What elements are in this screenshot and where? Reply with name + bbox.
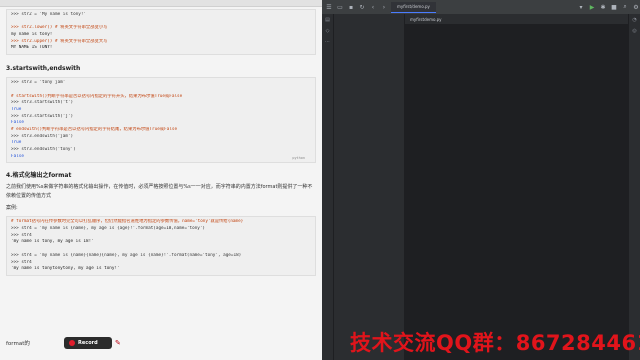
project-tab[interactable]: myfirst/demo.py — [391, 1, 436, 13]
forward-icon[interactable]: › — [380, 3, 388, 11]
recorder-label: format的 — [6, 341, 30, 347]
code-line: 'my name is tony, my age is 18!' — [11, 239, 94, 245]
back-icon[interactable]: ‹ — [369, 3, 377, 11]
settings-icon[interactable]: ⚙ — [632, 3, 640, 11]
code-line: # format括号内在传参数时完全可以打乱顺序，但仍然能指名道姓地为指定的参数… — [11, 219, 244, 225]
code-line: >>> str4 = 'my name is {name}{name}{name… — [11, 252, 242, 258]
code-line: False — [11, 153, 24, 159]
menu-icon[interactable]: ☰ — [325, 3, 333, 11]
code-line: >>> str3.endswith('tony') — [11, 147, 76, 152]
code-line: >>> str2.lower() # 将英文字符串全部变小写 — [11, 25, 108, 31]
code-line: True — [11, 140, 22, 146]
notifications-icon[interactable]: ◔ — [629, 14, 640, 25]
search-icon[interactable]: ⌕ — [621, 3, 629, 11]
record-button[interactable]: Record — [64, 337, 112, 349]
code-line: # endswith()判断字符串是否以括号内指定的字符结尾，结果为布尔值Tru… — [11, 126, 178, 132]
folder-icon[interactable]: ▭ — [336, 3, 344, 11]
project-pane — [334, 14, 405, 360]
code-line: my name is tony! — [11, 32, 53, 38]
section-title-startswith: 3.startswith,endswith — [6, 65, 81, 73]
section-title-format: 4.格式化输出之format — [6, 172, 72, 180]
refresh-icon[interactable]: ↻ — [358, 3, 366, 11]
code-line: >>> str3 = 'tony jam' — [11, 80, 66, 86]
code-line: >>> str2 = 'My name is tony!' — [11, 12, 87, 17]
notes-topbar — [0, 0, 322, 7]
code-line: >>> str3.endswith('jam') — [11, 133, 74, 139]
ide-left-toolstrip: ▤ ◇ ⋯ — [322, 14, 334, 360]
code-block-startswith: >>> str3 = 'tony jam' # startswith()判断字符串… — [6, 77, 316, 164]
code-line: 'my name is tonytonytony, my age is tony… — [11, 266, 120, 272]
pen-icon[interactable]: ✎ — [115, 339, 121, 347]
ide-toolbar: ☰ ▭ ▪ ↻ ‹ › myfirst/demo.py ▾ ▶ ✱ ■ ⌕ ⚙ — [322, 0, 640, 14]
code-line: # startswith()判断字符串是否以括号内指定的字符开头，结果为布尔值T… — [11, 93, 183, 99]
record-dot-icon — [69, 340, 75, 346]
database-icon[interactable]: ◎ — [629, 25, 640, 36]
debug-icon[interactable]: ✱ — [599, 3, 607, 11]
recorder-row: format的 Record ✎ — [0, 336, 322, 354]
code-line: >>> str3.startswith('j') — [11, 113, 74, 119]
code-line: >>> str4 — [11, 259, 32, 265]
record-button-label: Record — [78, 340, 98, 346]
code-line: MY NAME IS TONY! — [11, 45, 53, 51]
example-label: 案例: — [6, 205, 18, 212]
code-line: True — [11, 106, 22, 112]
code-lang-tag: python — [292, 155, 305, 160]
section-paragraph-format: 之前我们使用%s来做字符串的格式化输出操作，在传值时，必须严格按照位置与%s一一… — [6, 184, 313, 200]
editor-tab-label: myfirstdemo.py — [410, 16, 442, 22]
structure-tool-icon[interactable]: ◇ — [322, 25, 333, 36]
code-line: >>> str4 = 'my name is {name}, my age is… — [11, 226, 206, 232]
code-line: >>> str4 — [11, 232, 32, 238]
stop-icon[interactable]: ■ — [610, 3, 618, 11]
save-icon[interactable]: ▪ — [347, 3, 355, 11]
code-editor[interactable]: myfirstdemo.py — [405, 14, 629, 360]
code-line: >>> str3.startswith('t') — [11, 100, 74, 106]
watermark-text: 技术交流QQ群：867284461 — [350, 331, 640, 355]
notes-pane: >>> str2 = 'My name is tony!' >>> str2.lo… — [0, 0, 322, 360]
code-line: False — [11, 120, 24, 126]
run-icon[interactable]: ▶ — [588, 3, 596, 11]
code-block-format: # format括号内在传参数时完全可以打乱顺序，但仍然能指名道姓地为指定的参数… — [6, 216, 316, 276]
project-tool-icon[interactable]: ▤ — [322, 14, 333, 25]
more-tool-icon[interactable]: ⋯ — [322, 36, 333, 47]
run-config-icon[interactable]: ▾ — [577, 3, 585, 11]
ide-right-toolstrip: ◔ ◎ — [628, 14, 640, 360]
code-line: >>> str2.upper() # 将英文字符串全部变大写 — [11, 38, 108, 44]
ide-window: ☰ ▭ ▪ ↻ ‹ › myfirst/demo.py ▾ ▶ ✱ ■ ⌕ ⚙ … — [322, 0, 640, 360]
code-block-lower-upper: >>> str2 = 'My name is tony!' >>> str2.lo… — [6, 9, 316, 56]
editor-tab[interactable]: myfirstdemo.py — [405, 14, 629, 24]
